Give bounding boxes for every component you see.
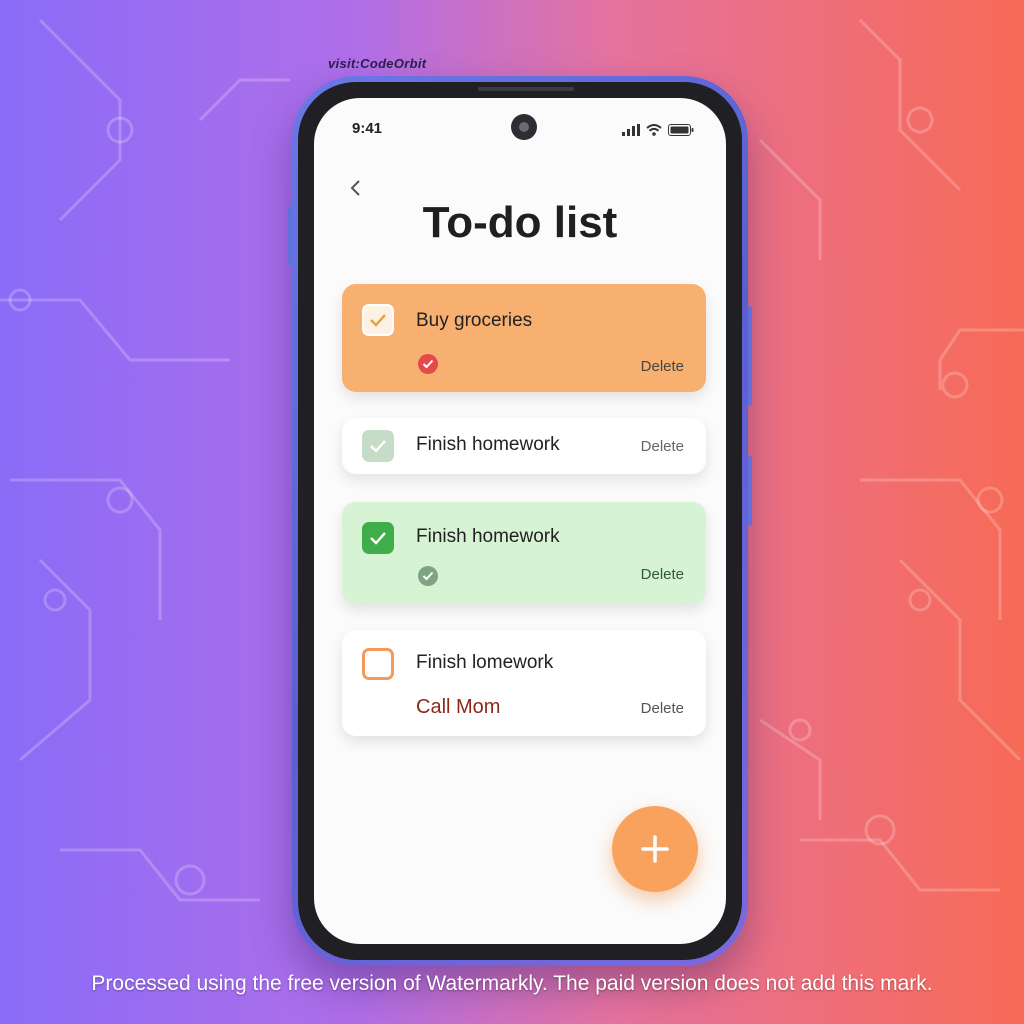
task-label: Finish lomework	[416, 652, 554, 673]
volume-button	[288, 206, 292, 266]
phone-bezel: 9:41 To-do list Buy groceries Delete Fin…	[298, 82, 742, 960]
task-card: Finish homework Delete	[342, 418, 706, 474]
status-check-icon	[418, 354, 438, 374]
check-icon	[370, 532, 386, 545]
front-camera	[511, 114, 537, 140]
top-watermark: visit:CodeOrbit	[328, 56, 427, 71]
speaker-grille	[478, 87, 574, 91]
task-card: Finish lomework Call Mom Delete	[342, 630, 706, 736]
delete-button[interactable]: Delete	[641, 566, 684, 583]
wifi-icon	[646, 124, 662, 136]
side-button	[748, 456, 752, 526]
cellular-signal-icon	[622, 124, 640, 136]
task-checkbox[interactable]	[362, 522, 394, 554]
task-checkbox[interactable]	[362, 304, 394, 336]
watermark-footer: Processed using the free version of Wate…	[91, 972, 933, 995]
task-checkbox[interactable]	[362, 430, 394, 462]
task-label: Buy groceries	[416, 310, 533, 331]
check-icon	[370, 440, 386, 453]
delete-button[interactable]: Delete	[641, 438, 684, 455]
phone-frame: 9:41 To-do list Buy groceries Delete Fin…	[288, 76, 752, 966]
task-card: Finish homework Delete	[342, 502, 706, 604]
plus-icon	[641, 835, 669, 863]
power-button	[748, 306, 752, 406]
status-check-icon	[418, 566, 438, 586]
app-screen: 9:41 To-do list Buy groceries Delete Fin…	[314, 98, 726, 944]
task-label: Finish homework	[416, 434, 560, 455]
battery-icon	[668, 124, 694, 136]
check-icon	[370, 314, 386, 327]
task-label: Finish homework	[416, 526, 560, 547]
status-time: 9:41	[352, 120, 383, 137]
delete-button[interactable]: Delete	[641, 358, 684, 375]
page-title: To-do list	[422, 198, 618, 247]
status-icons	[622, 124, 694, 136]
task-checkbox[interactable]	[362, 648, 394, 680]
task-card: Buy groceries Delete	[342, 284, 706, 392]
add-task-button[interactable]	[612, 806, 698, 892]
task-sub-label: Call Mom	[416, 696, 501, 718]
delete-button[interactable]: Delete	[641, 700, 684, 717]
